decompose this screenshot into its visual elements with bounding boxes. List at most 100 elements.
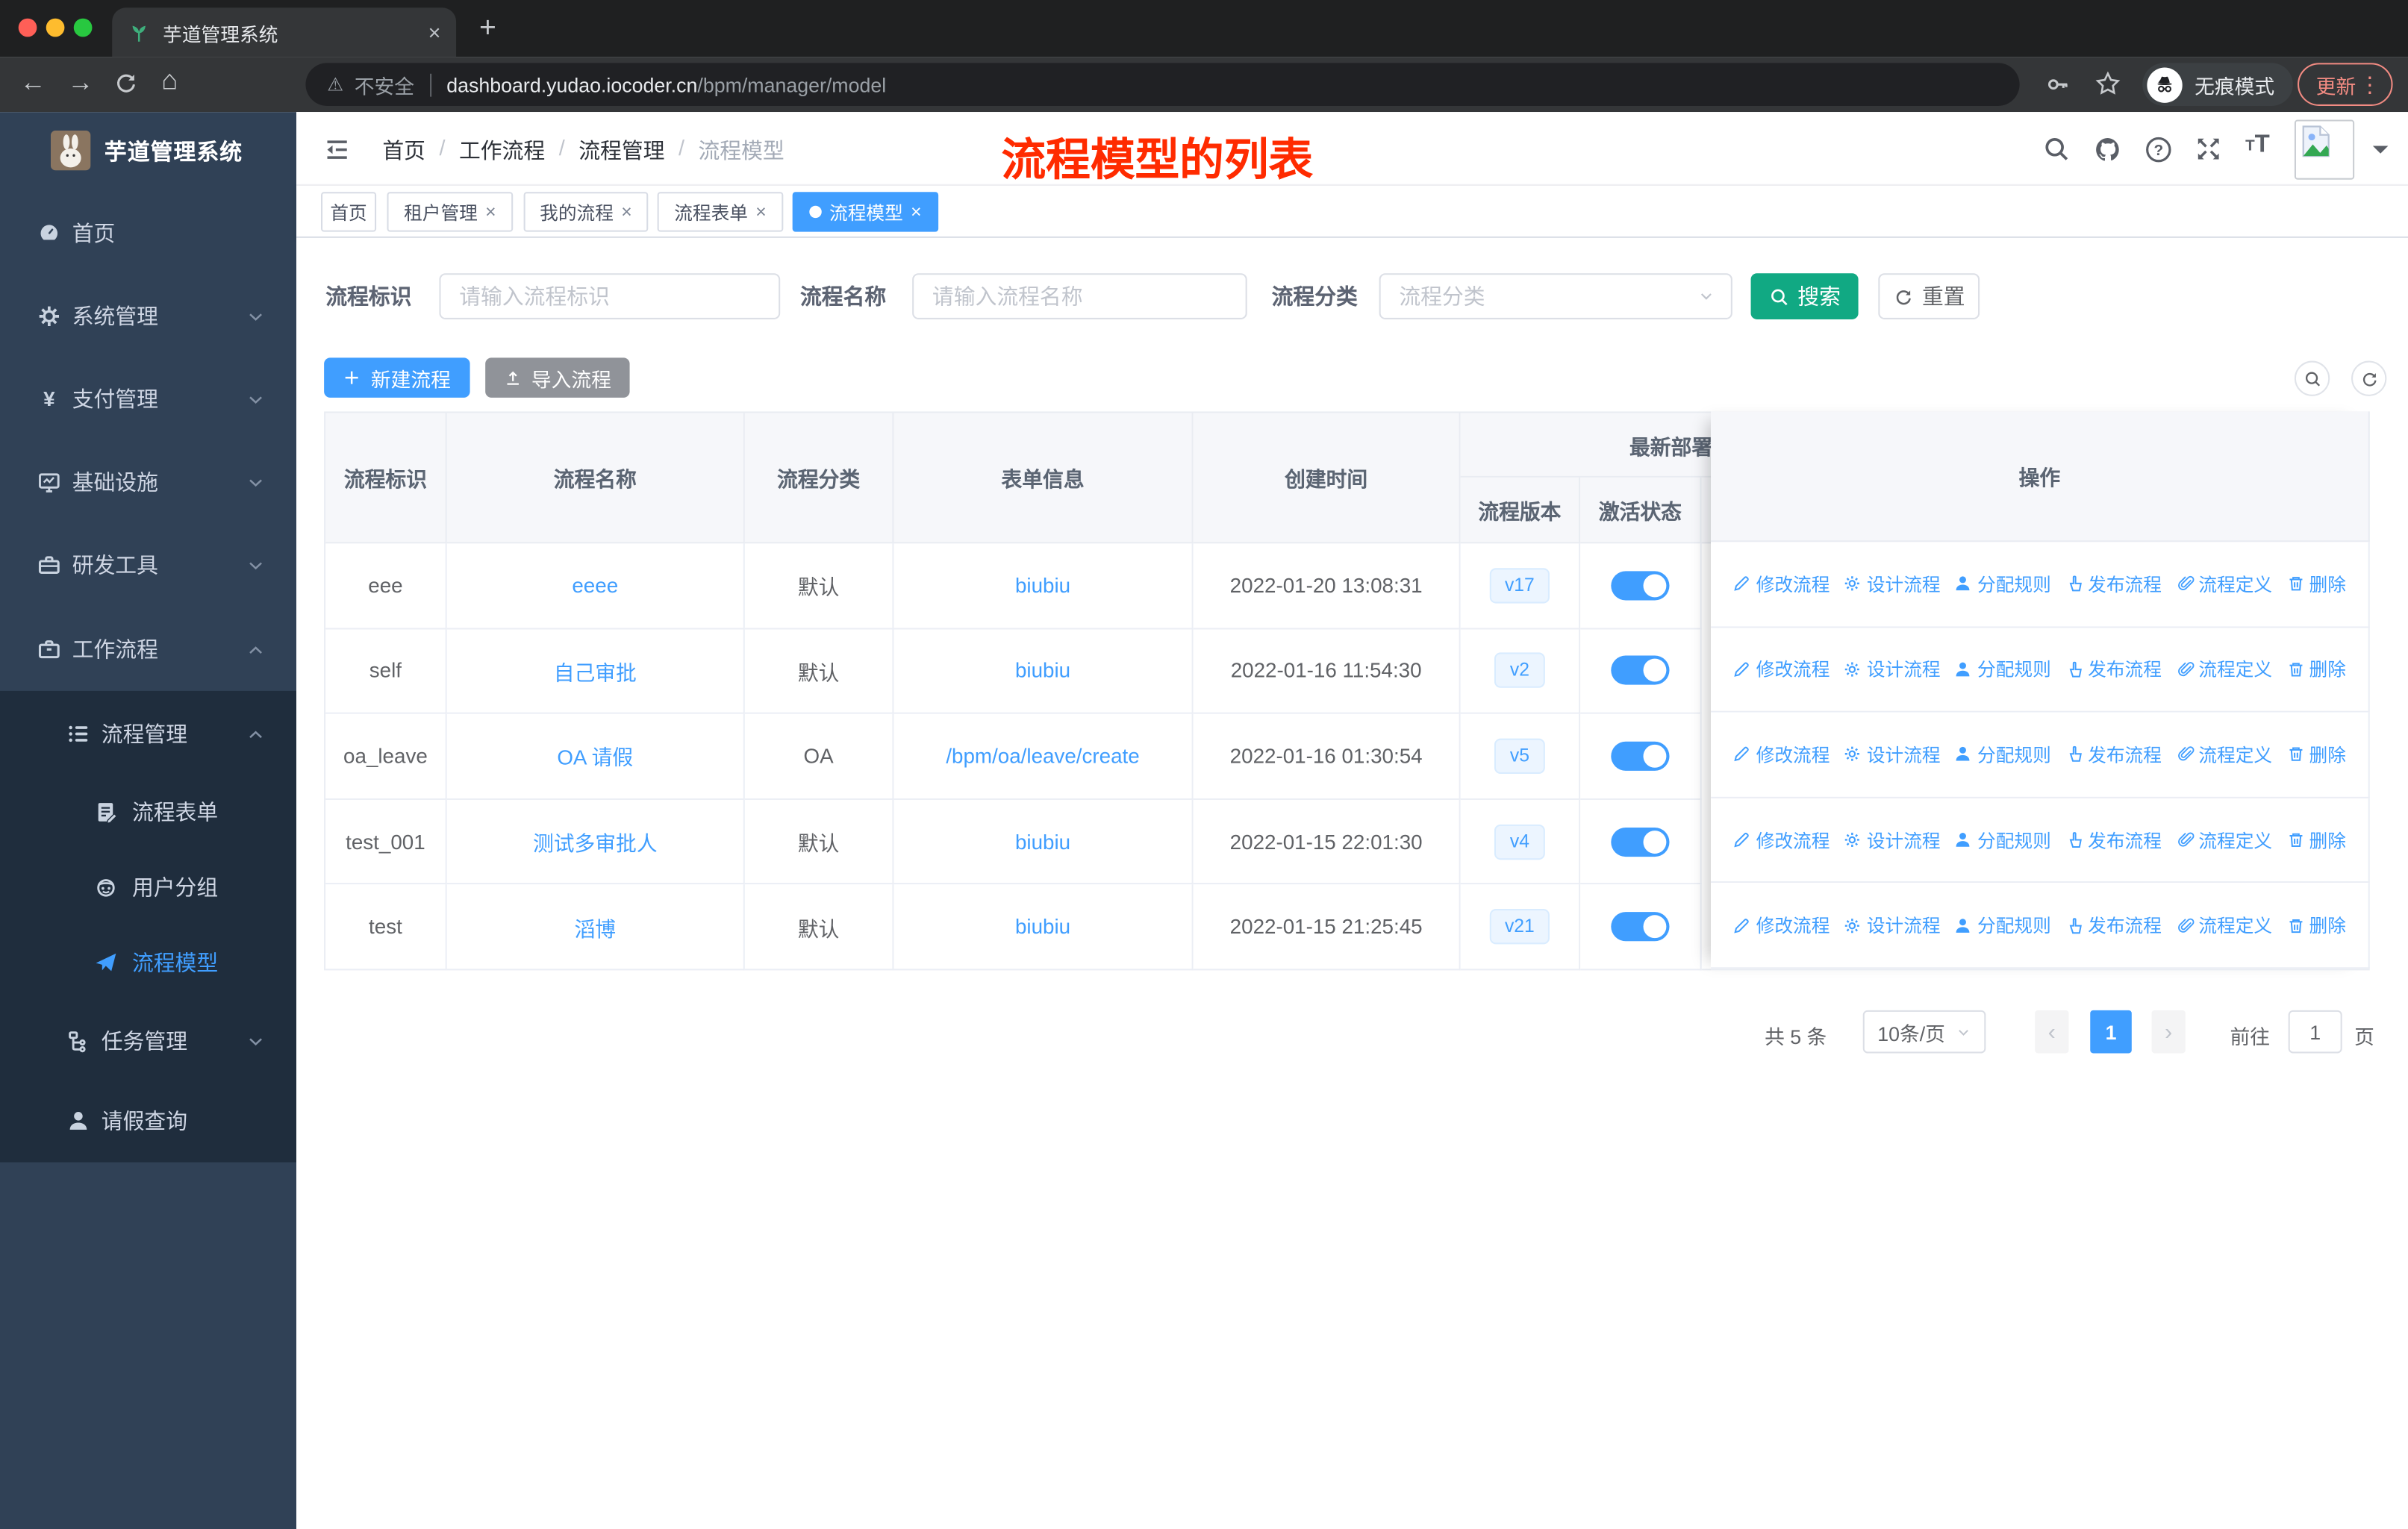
action-删除[interactable]: 删除 xyxy=(2286,913,2346,939)
more-menu-icon[interactable]: ⋮ xyxy=(2359,72,2380,98)
home-icon[interactable]: ⌂ xyxy=(161,64,178,96)
help-icon[interactable]: ? xyxy=(2144,135,2173,164)
action-删除[interactable]: 删除 xyxy=(2286,571,2346,597)
cell-link[interactable]: /bpm/oa/leave/create xyxy=(946,745,1139,768)
security-label[interactable]: 不安全 xyxy=(355,70,414,99)
update-button[interactable]: 更新 ⋮ xyxy=(2298,63,2393,106)
font-size-icon[interactable]: TT xyxy=(2245,133,2270,157)
action-设计流程[interactable]: 设计流程 xyxy=(1844,827,1941,853)
tab-流程表单[interactable]: 流程表单 × xyxy=(657,192,784,232)
sidebar-item-3[interactable]: ¥ 支付管理 xyxy=(0,357,296,440)
cell-link[interactable]: 滔博 xyxy=(575,912,617,942)
refresh-circle-button[interactable] xyxy=(2351,360,2387,396)
action-修改流程[interactable]: 修改流程 xyxy=(1733,742,1830,768)
key-icon[interactable] xyxy=(2046,72,2071,97)
action-分配规则[interactable]: 分配规则 xyxy=(1954,571,2051,597)
cell-link[interactable]: biubiu xyxy=(1015,830,1070,853)
bookmark-star-icon[interactable] xyxy=(2094,71,2121,97)
forward-icon[interactable]: → xyxy=(68,68,94,99)
sidebar-item-5[interactable]: 研发工具 xyxy=(0,524,296,607)
back-icon[interactable]: ← xyxy=(20,68,46,99)
cell-link[interactable]: eeee xyxy=(572,574,618,597)
breadcrumb-item-1[interactable]: 首页 xyxy=(382,135,425,166)
action-发布流程[interactable]: 发布流程 xyxy=(2065,656,2162,682)
close-icon[interactable]: × xyxy=(621,201,631,223)
active-toggle[interactable] xyxy=(1611,570,1670,601)
url-bar[interactable]: ⚠ 不安全 dashboard.yudao.iocoder.cn /bpm/ma… xyxy=(305,63,2020,106)
reset-button[interactable]: 重置 xyxy=(1878,273,1980,319)
sidebar-item-10[interactable]: 流程模型 xyxy=(0,925,296,1001)
breadcrumb-item-3[interactable]: 流程管理 xyxy=(578,135,664,166)
cell-link[interactable]: biubiu xyxy=(1015,659,1070,682)
action-删除[interactable]: 删除 xyxy=(2286,742,2346,768)
active-toggle[interactable] xyxy=(1611,827,1670,857)
action-分配规则[interactable]: 分配规则 xyxy=(1954,742,2051,768)
search-icon[interactable] xyxy=(2042,135,2070,163)
sidebar-item-8[interactable]: 流程表单 xyxy=(0,774,296,851)
action-流程定义[interactable]: 流程定义 xyxy=(2175,656,2272,682)
goto-page-input[interactable] xyxy=(2288,1010,2342,1054)
window-close-button[interactable] xyxy=(18,18,37,37)
cell-link[interactable]: biubiu xyxy=(1015,916,1070,939)
action-分配规则[interactable]: 分配规则 xyxy=(1954,913,2051,939)
action-修改流程[interactable]: 修改流程 xyxy=(1733,827,1830,853)
show-search-circle-button[interactable] xyxy=(2294,360,2330,396)
sidebar-item-2[interactable]: 系统管理 xyxy=(0,275,296,357)
close-icon[interactable]: × xyxy=(911,201,921,223)
action-设计流程[interactable]: 设计流程 xyxy=(1844,656,1941,682)
action-删除[interactable]: 删除 xyxy=(2286,827,2346,853)
sidebar-item-4[interactable]: 基础设施 xyxy=(0,441,296,524)
filter-name-input[interactable] xyxy=(912,273,1247,319)
action-修改流程[interactable]: 修改流程 xyxy=(1733,656,1830,682)
github-icon[interactable] xyxy=(2093,135,2122,164)
window-minimize-button[interactable] xyxy=(46,18,65,37)
fullscreen-icon[interactable] xyxy=(2195,135,2222,163)
avatar-caret-icon[interactable] xyxy=(2372,146,2389,161)
next-page-button[interactable]: › xyxy=(2151,1010,2186,1054)
reload-icon[interactable] xyxy=(113,71,138,103)
filter-key-input[interactable] xyxy=(439,273,781,319)
active-toggle[interactable] xyxy=(1611,656,1670,686)
tab-流程模型[interactable]: 流程模型 × xyxy=(792,192,939,232)
tab-close-icon[interactable]: × xyxy=(428,20,441,45)
sidebar-item-12[interactable]: 请假查询 xyxy=(0,1081,296,1160)
close-icon[interactable]: × xyxy=(485,201,496,223)
action-设计流程[interactable]: 设计流程 xyxy=(1844,742,1941,768)
active-toggle[interactable] xyxy=(1611,741,1670,771)
action-流程定义[interactable]: 流程定义 xyxy=(2175,742,2272,768)
sidebar-item-7[interactable]: 流程管理 xyxy=(0,694,296,774)
action-设计流程[interactable]: 设计流程 xyxy=(1844,913,1941,939)
cell-link[interactable]: 测试多审批人 xyxy=(533,826,658,857)
tab-租户管理[interactable]: 租户管理 × xyxy=(387,192,514,232)
action-修改流程[interactable]: 修改流程 xyxy=(1733,913,1830,939)
close-icon[interactable]: × xyxy=(755,201,766,223)
action-删除[interactable]: 删除 xyxy=(2286,656,2346,682)
action-修改流程[interactable]: 修改流程 xyxy=(1733,571,1830,597)
action-流程定义[interactable]: 流程定义 xyxy=(2175,827,2272,853)
active-toggle[interactable] xyxy=(1611,912,1670,942)
sidebar-item-11[interactable]: 任务管理 xyxy=(0,1001,296,1081)
action-设计流程[interactable]: 设计流程 xyxy=(1844,571,1941,597)
action-发布流程[interactable]: 发布流程 xyxy=(2065,742,2162,768)
prev-page-button[interactable]: ‹ xyxy=(2035,1010,2069,1054)
action-发布流程[interactable]: 发布流程 xyxy=(2065,827,2162,853)
sidebar-item-6[interactable]: 工作流程 xyxy=(0,608,296,691)
current-page-button[interactable]: 1 xyxy=(2090,1010,2132,1054)
action-分配规则[interactable]: 分配规则 xyxy=(1954,827,2051,853)
action-发布流程[interactable]: 发布流程 xyxy=(2065,571,2162,597)
sidebar-item-9[interactable]: 用户分组 xyxy=(0,849,296,926)
tab-我的流程[interactable]: 我的流程 × xyxy=(523,192,649,232)
new-tab-button[interactable]: + xyxy=(479,12,496,46)
action-流程定义[interactable]: 流程定义 xyxy=(2175,571,2272,597)
page-size-select[interactable]: 10条/页 xyxy=(1862,1010,1986,1054)
sidebar-fold-icon[interactable] xyxy=(324,137,350,170)
user-avatar[interactable] xyxy=(2294,119,2355,180)
cell-link[interactable]: 自己审批 xyxy=(554,655,637,686)
import-process-button[interactable]: 导入流程 xyxy=(485,357,630,398)
window-zoom-button[interactable] xyxy=(73,18,93,37)
action-发布流程[interactable]: 发布流程 xyxy=(2065,913,2162,939)
sidebar-item-1[interactable]: 首页 xyxy=(0,192,296,275)
cell-link[interactable]: biubiu xyxy=(1015,574,1070,597)
action-分配规则[interactable]: 分配规则 xyxy=(1954,656,2051,682)
create-process-button[interactable]: 新建流程 xyxy=(324,357,470,398)
